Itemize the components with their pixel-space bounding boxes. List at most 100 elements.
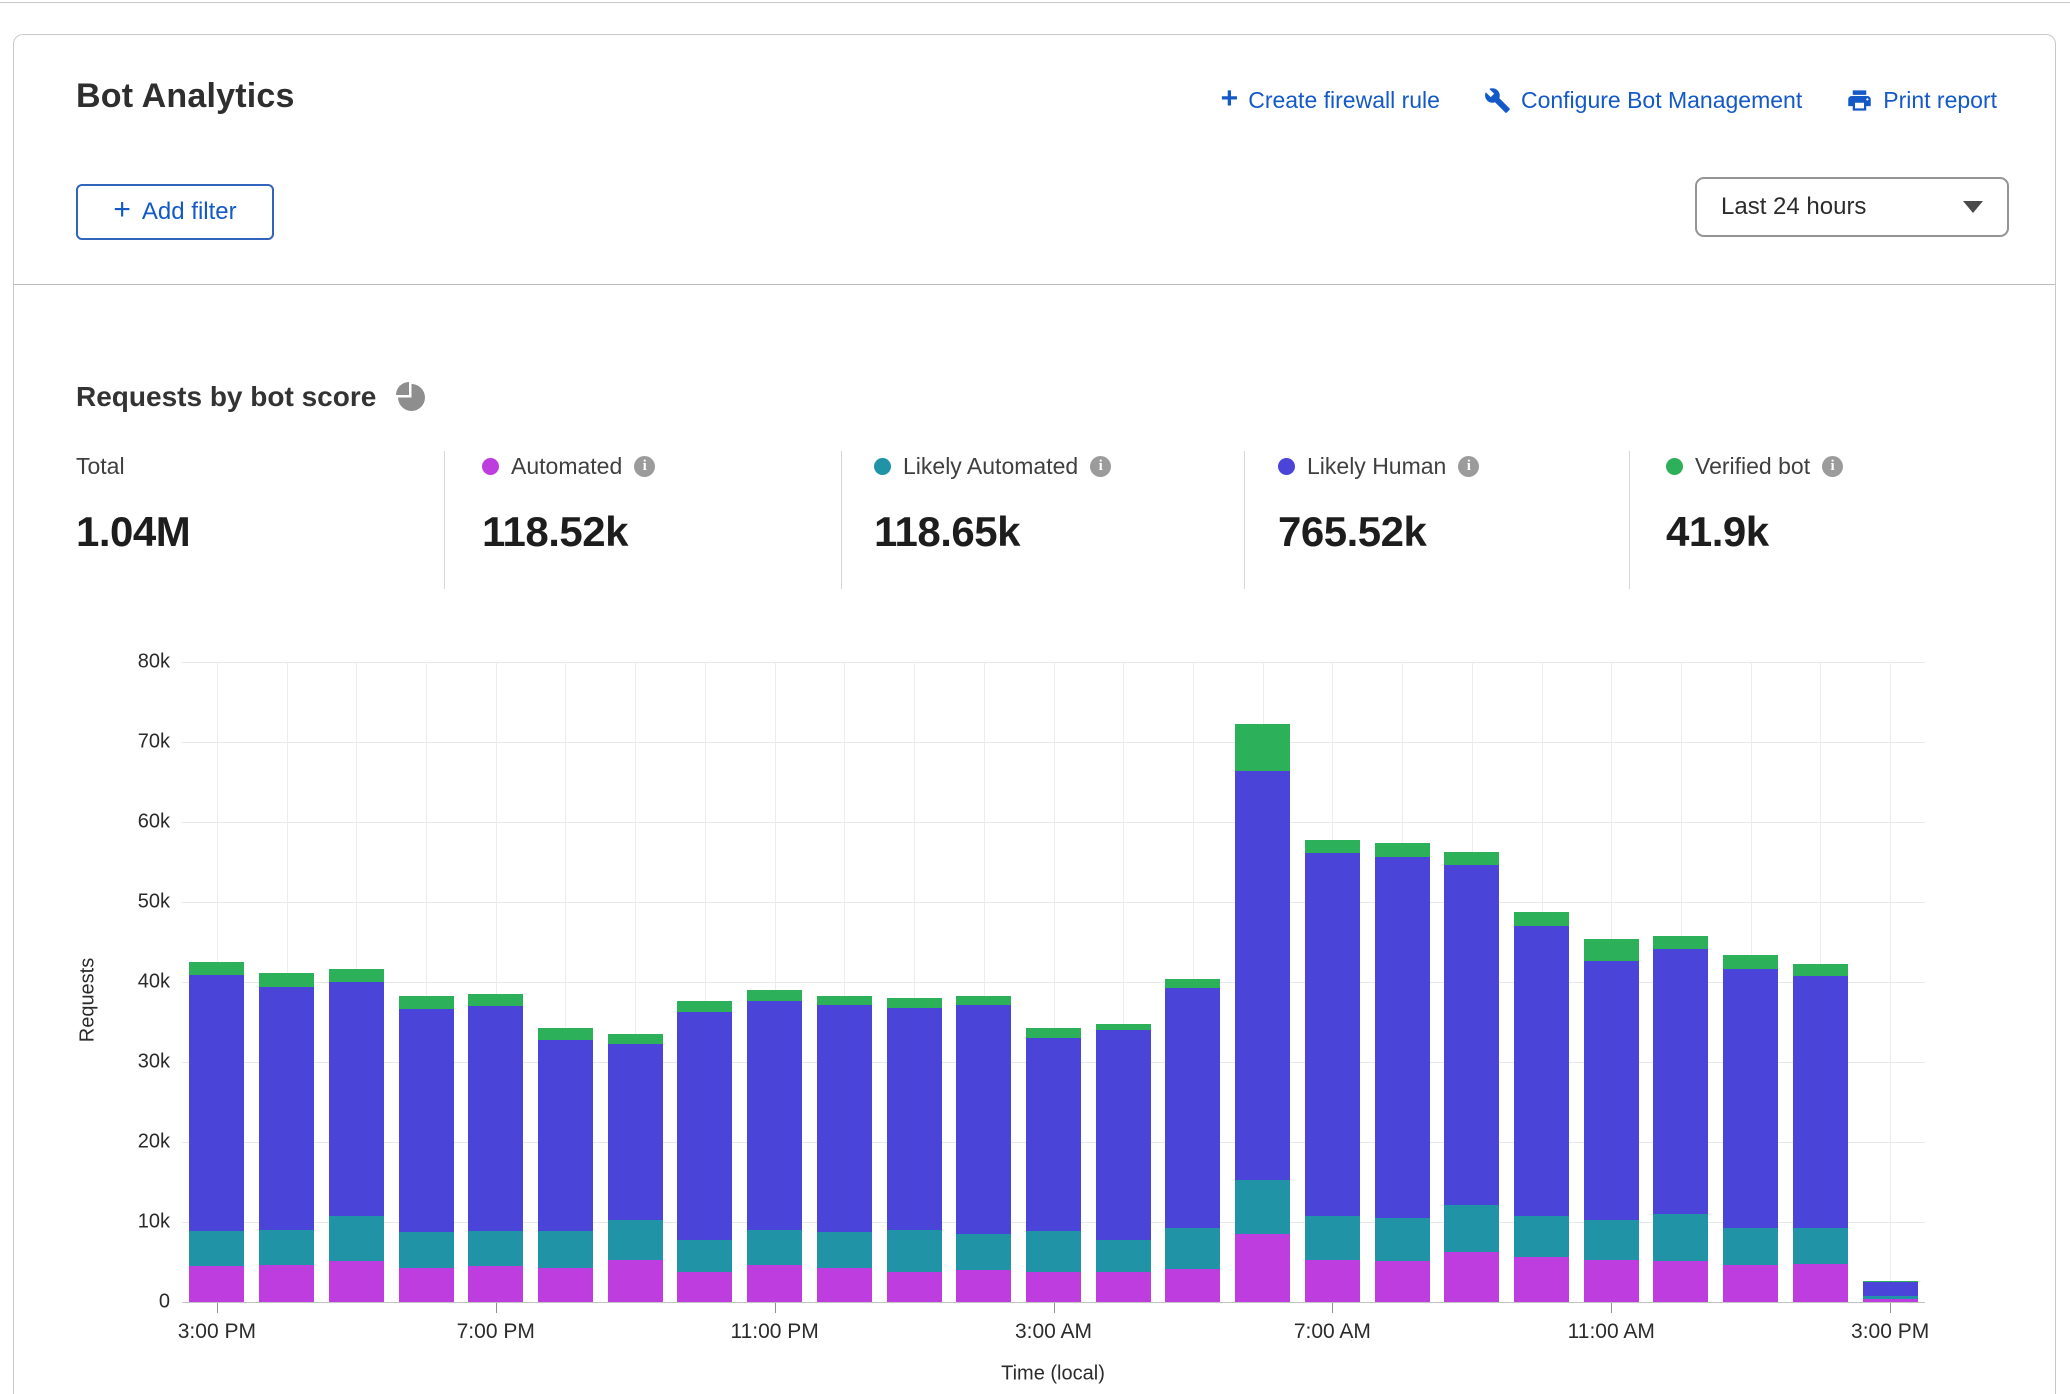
bar-segment-likely-automated[interactable] [1305,1216,1360,1261]
bar-segment-likely-automated[interactable] [677,1240,732,1273]
bar-segment-likely-automated[interactable] [1235,1180,1290,1234]
bar-segment-likely-automated[interactable] [1026,1231,1081,1273]
bar-segment-likely-automated[interactable] [399,1232,454,1268]
bar-segment-likely-automated[interactable] [1096,1240,1151,1272]
bar-segment-automated[interactable] [189,1266,244,1302]
bar-segment-automated[interactable] [747,1265,802,1302]
bar-segment-automated[interactable] [538,1268,593,1302]
bar-segment-verified-bot[interactable] [1863,1281,1918,1282]
bar-segment-verified-bot[interactable] [1653,936,1708,949]
bar-segment-automated[interactable] [329,1261,384,1302]
bar-segment-likely-human[interactable] [677,1012,732,1239]
bar-segment-likely-automated[interactable] [1793,1228,1848,1264]
bar-segment-automated[interactable] [1375,1261,1430,1302]
bar-segment-verified-bot[interactable] [1584,939,1639,961]
bar-segment-likely-human[interactable] [1375,857,1430,1218]
bar-segment-verified-bot[interactable] [1026,1028,1081,1038]
bar-segment-likely-human[interactable] [1026,1038,1081,1231]
info-icon[interactable] [1822,456,1843,477]
bar-segment-verified-bot[interactable] [677,1001,732,1012]
bar-segment-likely-automated[interactable] [189,1231,244,1266]
bar-segment-verified-bot[interactable] [538,1028,593,1039]
bar-segment-automated[interactable] [1793,1264,1848,1302]
bar-segment-verified-bot[interactable] [1444,852,1499,865]
bar-segment-likely-human[interactable] [608,1044,663,1220]
bar-segment-automated[interactable] [468,1266,523,1302]
bar-segment-verified-bot[interactable] [956,996,1011,1006]
bar-segment-likely-human[interactable] [329,982,384,1216]
bar-segment-likely-automated[interactable] [538,1231,593,1269]
bar-segment-likely-human[interactable] [1235,771,1290,1180]
bar-segment-verified-bot[interactable] [1723,955,1778,969]
bar-segment-verified-bot[interactable] [1793,964,1848,976]
info-icon[interactable] [1090,456,1111,477]
bar-segment-automated[interactable] [1584,1260,1639,1302]
bar-segment-automated[interactable] [1444,1252,1499,1302]
bar-segment-likely-human[interactable] [399,1009,454,1231]
bar-segment-likely-automated[interactable] [259,1230,314,1265]
bar-segment-likely-automated[interactable] [887,1230,942,1272]
bar-segment-automated[interactable] [1514,1257,1569,1302]
bar-segment-likely-automated[interactable] [1653,1214,1708,1261]
create-firewall-rule-link[interactable]: Create firewall rule [1221,87,1440,114]
bar-segment-automated[interactable] [259,1265,314,1302]
bar-segment-verified-bot[interactable] [1375,843,1430,857]
bar-segment-verified-bot[interactable] [608,1034,663,1044]
bar-segment-likely-human[interactable] [956,1005,1011,1234]
bar-segment-automated[interactable] [1653,1261,1708,1302]
bar-segment-automated[interactable] [1305,1260,1360,1302]
bar-segment-verified-bot[interactable] [1305,840,1360,854]
bar-segment-likely-human[interactable] [259,987,314,1230]
bar-segment-likely-human[interactable] [1444,865,1499,1205]
add-filter-button[interactable]: Add filter [76,184,274,240]
bar-segment-verified-bot[interactable] [1514,912,1569,926]
bar-segment-automated[interactable] [608,1260,663,1302]
time-range-select[interactable]: Last 24 hours [1695,177,2009,237]
bar-segment-verified-bot[interactable] [1235,724,1290,770]
bar-segment-likely-human[interactable] [1723,969,1778,1228]
bar-segment-likely-automated[interactable] [747,1230,802,1265]
bar-segment-likely-human[interactable] [747,1001,802,1230]
bar-segment-likely-automated[interactable] [1444,1205,1499,1252]
bar-segment-verified-bot[interactable] [1096,1024,1151,1030]
bar-segment-automated[interactable] [817,1268,872,1302]
bar-segment-likely-automated[interactable] [608,1220,663,1259]
bar-segment-likely-human[interactable] [1096,1030,1151,1240]
bar-segment-automated[interactable] [1723,1265,1778,1302]
configure-bot-management-link[interactable]: Configure Bot Management [1484,87,1802,114]
bar-segment-verified-bot[interactable] [399,996,454,1009]
bar-segment-automated[interactable] [399,1268,454,1302]
bar-segment-likely-automated[interactable] [817,1232,872,1268]
bar-segment-likely-automated[interactable] [468,1231,523,1266]
bar-segment-likely-automated[interactable] [329,1216,384,1262]
bar-segment-verified-bot[interactable] [1165,979,1220,988]
bar-segment-verified-bot[interactable] [259,973,314,987]
bar-segment-likely-human[interactable] [817,1005,872,1232]
bar-segment-likely-human[interactable] [887,1008,942,1230]
bar-segment-verified-bot[interactable] [468,994,523,1006]
bar-segment-automated[interactable] [1165,1269,1220,1302]
bar-segment-automated[interactable] [1026,1272,1081,1302]
bar-segment-likely-automated[interactable] [1375,1218,1430,1261]
bar-segment-likely-human[interactable] [1653,949,1708,1214]
bar-segment-verified-bot[interactable] [887,998,942,1008]
bar-segment-likely-automated[interactable] [1863,1296,1918,1299]
bar-segment-likely-human[interactable] [1793,976,1848,1229]
bar-segment-verified-bot[interactable] [189,962,244,975]
bar-segment-likely-automated[interactable] [956,1234,1011,1270]
bar-segment-automated[interactable] [1096,1272,1151,1302]
bar-segment-likely-automated[interactable] [1514,1216,1569,1258]
bar-segment-automated[interactable] [1863,1299,1918,1302]
bar-segment-likely-human[interactable] [1305,853,1360,1215]
bar-segment-verified-bot[interactable] [817,996,872,1006]
bar-segment-likely-human[interactable] [189,975,244,1231]
bar-segment-likely-human[interactable] [1514,926,1569,1216]
bar-segment-likely-human[interactable] [1584,961,1639,1220]
print-report-link[interactable]: Print report [1846,87,1997,114]
bar-segment-likely-human[interactable] [538,1040,593,1231]
bar-segment-likely-automated[interactable] [1165,1228,1220,1269]
bar-segment-verified-bot[interactable] [329,969,384,982]
bar-segment-automated[interactable] [677,1272,732,1302]
bar-segment-likely-automated[interactable] [1584,1220,1639,1259]
info-icon[interactable] [634,456,655,477]
